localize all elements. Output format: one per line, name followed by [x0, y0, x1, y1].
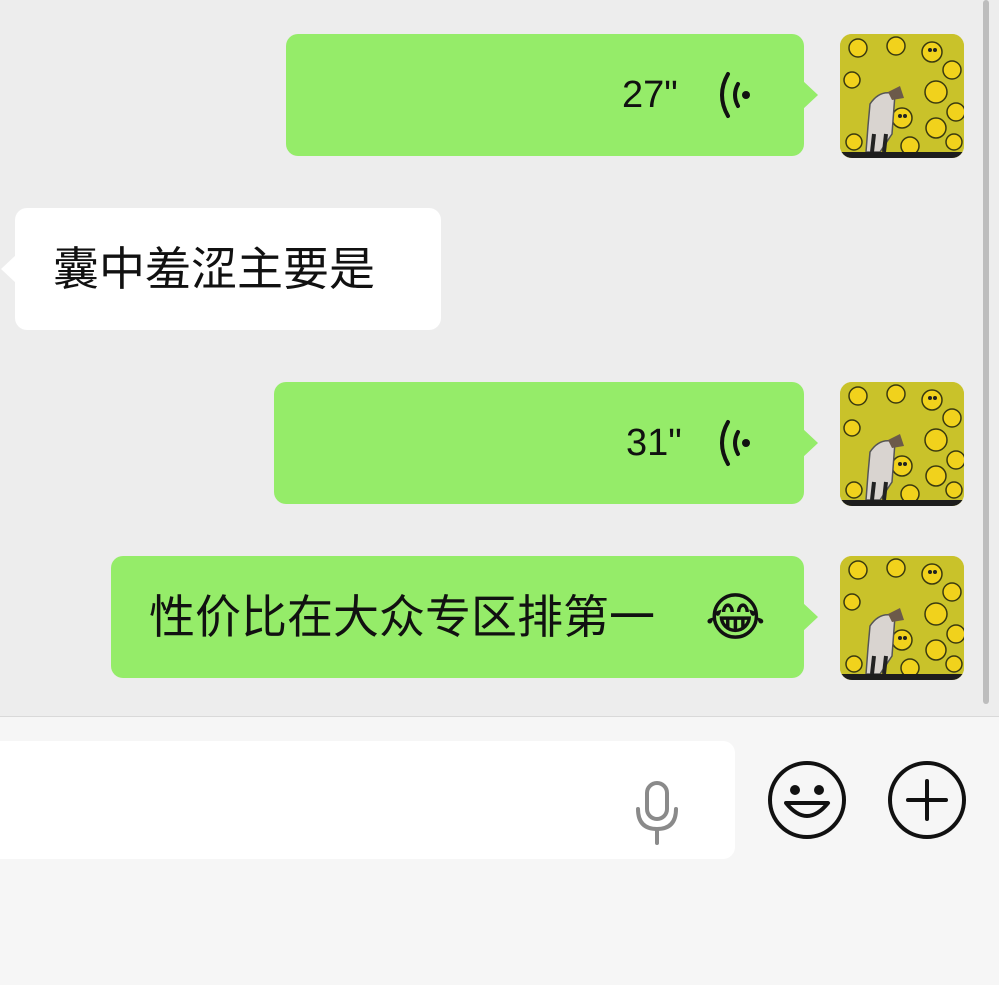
input-bar [0, 716, 999, 985]
avatar[interactable] [840, 556, 964, 680]
laughing-emoji: 😂 [705, 588, 766, 648]
scrollbar[interactable] [983, 0, 989, 704]
avatar[interactable] [840, 382, 964, 506]
plus-icon[interactable] [886, 759, 968, 841]
voice-duration: 27" [622, 74, 678, 116]
voice-wave-icon [720, 420, 750, 466]
text-message-bubble[interactable]: 囊中羞涩主要是 [1, 208, 441, 330]
voice-duration: 31" [626, 422, 682, 464]
message-input[interactable] [0, 741, 735, 859]
voice-message-bubble[interactable]: 27" [286, 34, 818, 156]
chat-area: 27" 囊中羞涩主要是 31" 性价比在大众专区排第一 😂 [0, 0, 999, 716]
avatar[interactable] [840, 34, 964, 158]
microphone-icon[interactable] [634, 781, 680, 847]
avatar-image [840, 34, 964, 158]
avatar-image [840, 382, 964, 506]
avatar-image [840, 556, 964, 680]
voice-message-bubble[interactable]: 31" [274, 382, 818, 504]
voice-wave-icon [720, 72, 750, 118]
message-text: 囊中羞涩主要是 [53, 242, 375, 296]
message-text: 性价比在大众专区排第一 [149, 590, 655, 644]
smiley-icon[interactable] [766, 759, 848, 841]
text-message-bubble[interactable]: 性价比在大众专区排第一 😂 [111, 556, 818, 678]
